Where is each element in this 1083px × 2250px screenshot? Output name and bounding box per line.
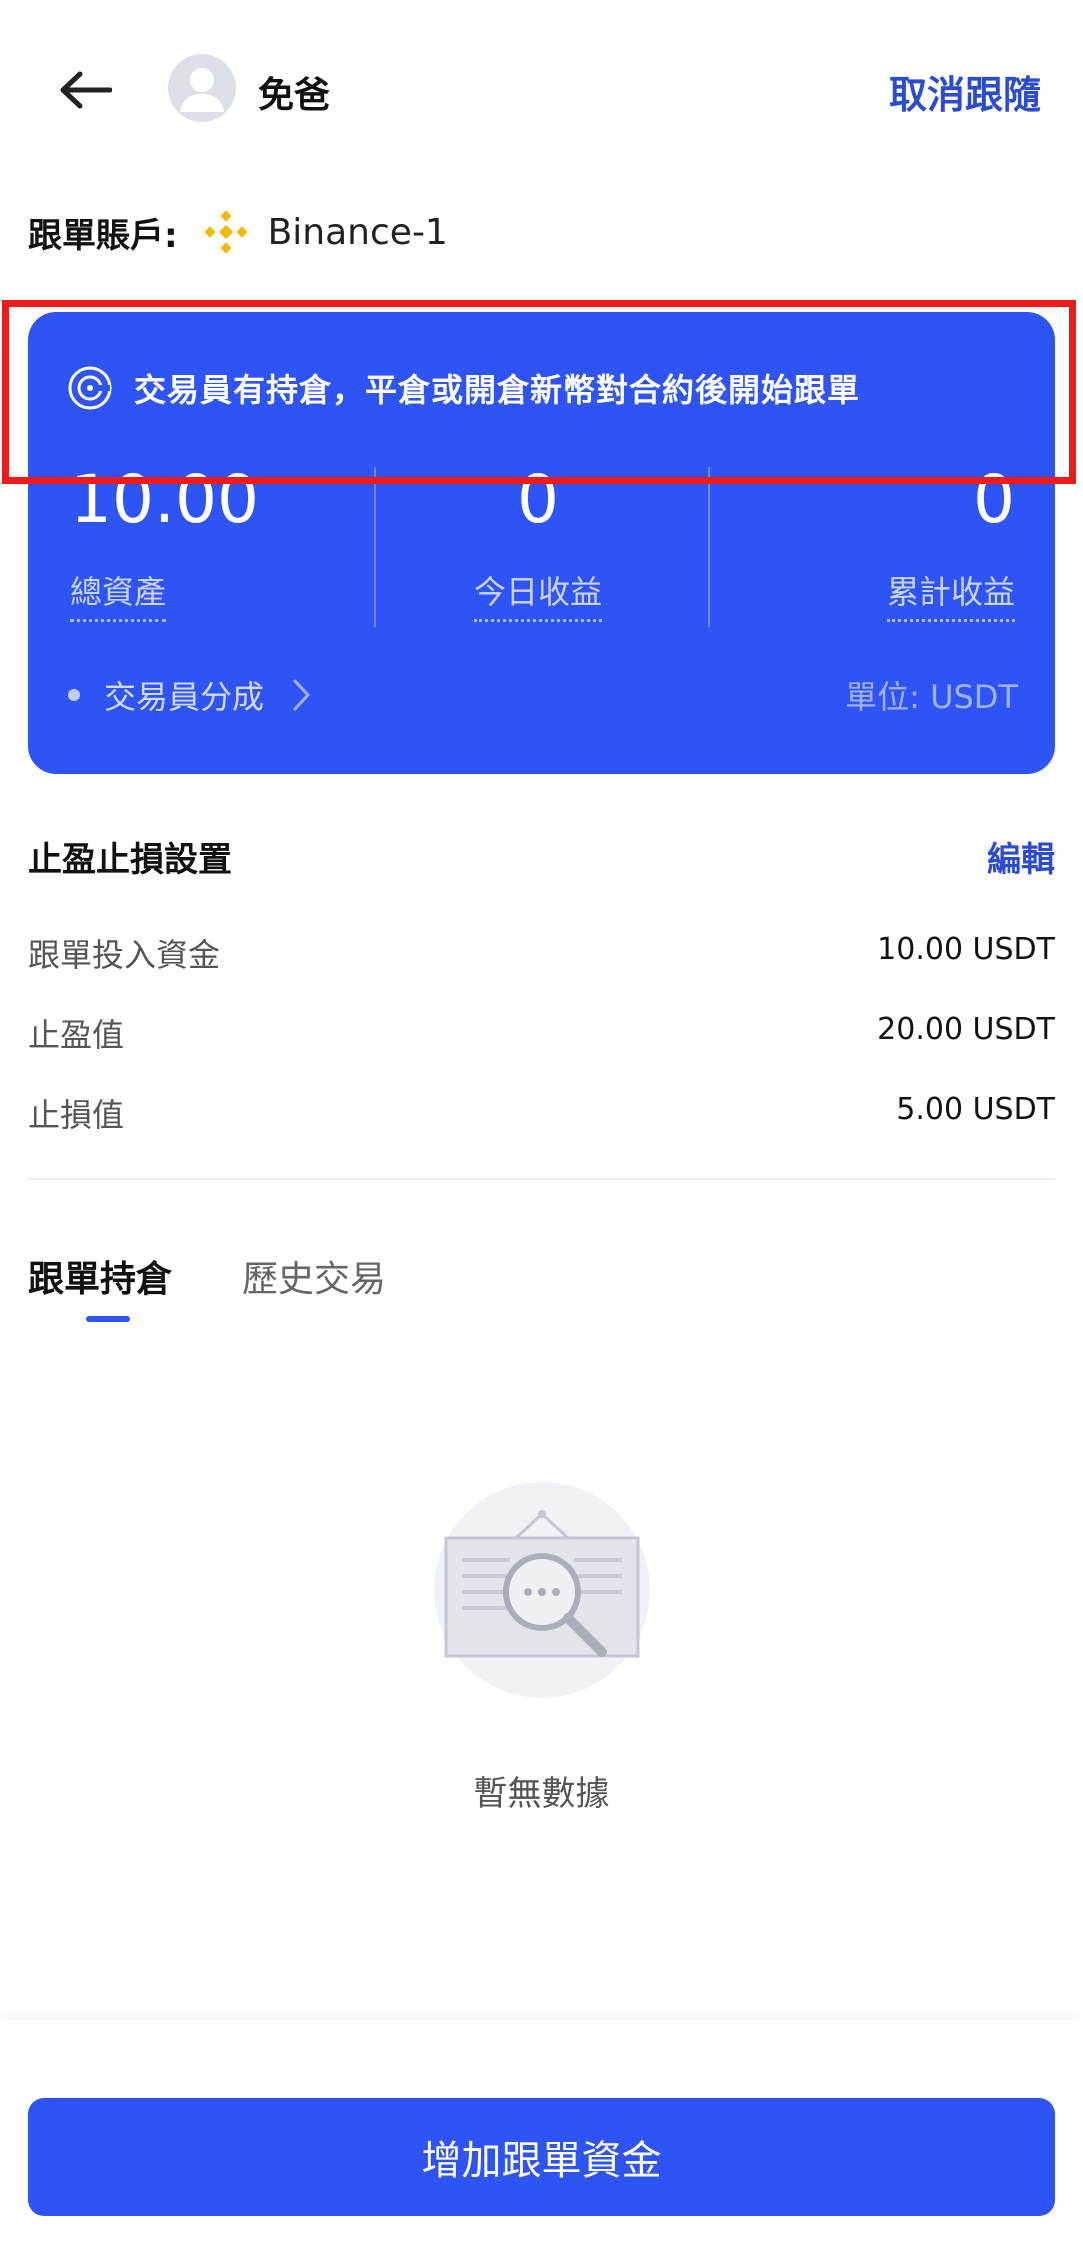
trader-share-link[interactable]: 交易員分成: [68, 672, 312, 718]
tpsl-row-take-profit: 止盈值 20.00 USDT: [28, 1010, 1055, 1054]
stat-label[interactable]: 今日收益: [473, 567, 602, 622]
tpsl-row-stop-loss: 止損值 5.00 USDT: [28, 1090, 1055, 1134]
stat-label[interactable]: 累計收益: [886, 567, 1015, 622]
row-label: 止損值: [28, 1096, 125, 1134]
user-icon: [180, 68, 224, 112]
trader-name[interactable]: 免爸: [258, 66, 330, 118]
stat-label[interactable]: 總資產: [70, 567, 167, 622]
stat-cumulative-pnl[interactable]: 0 累計收益: [886, 467, 1015, 627]
tpsl-row-invested: 跟單投入資金 10.00 USDT: [28, 930, 1055, 974]
arrow-left-icon: [60, 71, 112, 109]
add-funds-button[interactable]: 增加跟單資金: [28, 2098, 1055, 2216]
active-tab-indicator: [86, 1316, 130, 1322]
section-divider: [28, 1178, 1055, 1180]
row-value: 20.00 USDT: [877, 1012, 1055, 1047]
tab-history[interactable]: 歷史交易: [242, 1250, 386, 1302]
binance-icon: [203, 210, 248, 254]
row-value: 5.00 USDT: [896, 1092, 1055, 1127]
stats-row: 10.00 總資產 0 今日收益 0 累計收益: [28, 467, 1055, 627]
row-value: 10.00 USDT: [877, 932, 1055, 967]
chevron-right-icon: [293, 679, 311, 711]
stat-divider: [374, 467, 376, 627]
bullet-dot: [68, 689, 80, 701]
stat-divider: [708, 467, 710, 627]
row-label: 跟單投入資金: [28, 936, 221, 974]
trader-share-label: 交易員分成: [104, 678, 265, 716]
follow-account-label: 跟單賬戶:: [28, 215, 178, 256]
empty-search-icon: [434, 1482, 650, 1698]
stat-total-assets[interactable]: 10.00 總資產: [70, 467, 259, 627]
unit-label: 單位: USDT: [845, 678, 1018, 716]
card-footer: 交易員分成 單位: USDT: [68, 672, 1018, 722]
row-label: 止盈值: [28, 1016, 125, 1054]
empty-state-text: 暫無數據: [473, 1774, 610, 1814]
tpsl-edit-button[interactable]: 編輯: [987, 832, 1055, 881]
avatar[interactable]: [168, 54, 236, 122]
highlight-box: [2, 300, 1076, 484]
header: 免爸 取消跟隨: [0, 0, 1083, 170]
unfollow-button[interactable]: 取消跟隨: [889, 64, 1041, 119]
tpsl-title: 止盈止損設置: [28, 840, 232, 880]
tab-positions[interactable]: 跟單持倉: [28, 1250, 172, 1302]
stat-today-pnl[interactable]: 0 今日收益: [368, 467, 708, 627]
back-button[interactable]: [55, 60, 115, 120]
follow-account-row: 跟單賬戶: Binance-1: [28, 208, 448, 256]
follow-account-name[interactable]: Binance-1: [268, 212, 448, 253]
